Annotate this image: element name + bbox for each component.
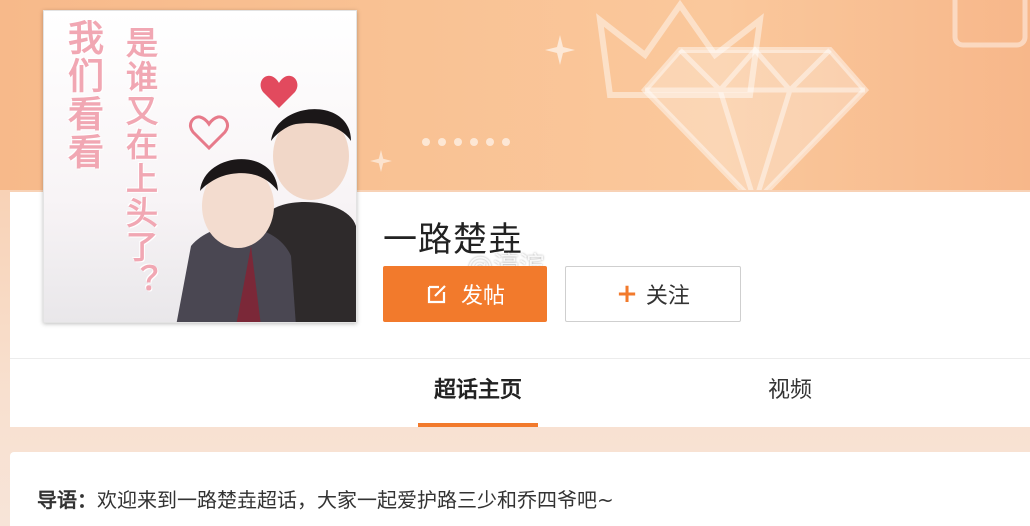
cover-text-left: 我们看看 <box>62 19 103 171</box>
tab-home[interactable]: 超话主页 <box>418 359 538 427</box>
chat-bubble-decoration <box>952 0 1028 48</box>
sparkle-decoration <box>370 150 392 172</box>
topic-cover-image: 我们看看 是谁又在上头了？ <box>43 10 357 323</box>
intro-label: 导语： <box>37 488 97 512</box>
post-button[interactable]: 发帖 <box>383 266 547 322</box>
follow-button-label: 关注 <box>645 284 690 309</box>
topic-tabs: 超话主页 视频 <box>10 358 1030 427</box>
tab-home-label: 超话主页 <box>433 378 522 403</box>
intro-text-row: 导语：欢迎来到一路楚垚超话，大家一起爱护路三少和乔四爷吧~ <box>37 484 614 513</box>
hearts-decoration <box>422 138 510 146</box>
tab-video[interactable]: 视频 <box>750 359 830 427</box>
tab-video-label: 视频 <box>767 378 812 403</box>
active-tab-indicator <box>418 423 538 427</box>
cover-text-right: 是谁又在上头了？ <box>121 26 159 298</box>
follow-button[interactable]: + 关注 <box>565 266 741 322</box>
edit-icon <box>427 285 446 304</box>
plus-icon: + <box>616 279 638 309</box>
diamond-decoration <box>640 46 870 200</box>
portrait-figures <box>176 109 356 322</box>
post-button-label: 发帖 <box>460 284 505 309</box>
sparkle-decoration <box>545 35 575 65</box>
intro-content: 欢迎来到一路楚垚超话，大家一起爱护路三少和乔四爷吧~ <box>97 488 614 512</box>
intro-card: 导语：欢迎来到一路楚垚超话，大家一起爱护路三少和乔四爷吧~ <box>10 452 1030 526</box>
